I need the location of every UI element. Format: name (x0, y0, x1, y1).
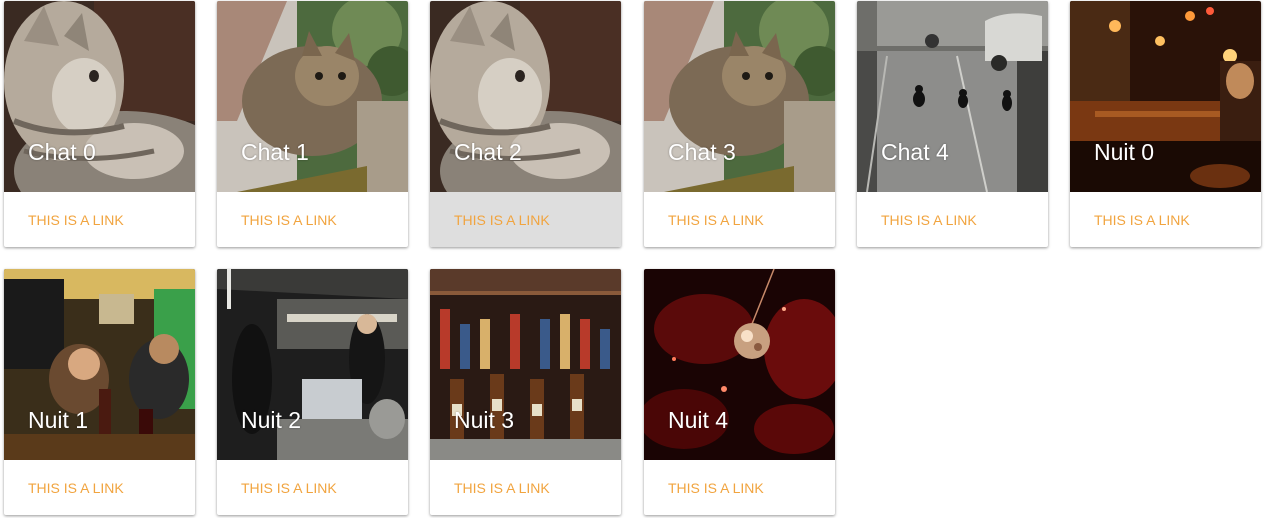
card-actions: THIS IS A LINK (430, 192, 621, 247)
card-actions: THIS IS A LINK (430, 460, 621, 515)
card-title: Chat 2 (454, 139, 522, 165)
card-image-night-bar: Nuit 0 (1070, 1, 1261, 192)
card-chat-3: Chat 3 THIS IS A LINK (644, 1, 835, 247)
card-link[interactable]: THIS IS A LINK (454, 212, 550, 228)
card-link[interactable]: THIS IS A LINK (454, 480, 550, 496)
card-actions: THIS IS A LINK (4, 460, 195, 515)
card-link[interactable]: THIS IS A LINK (1094, 212, 1190, 228)
card-chat-4: Chat 4 THIS IS A LINK (857, 1, 1048, 247)
card-title: Nuit 3 (454, 407, 515, 433)
card-image-cat-fence: Chat 3 (644, 1, 835, 192)
card-chat-2: Chat 2 THIS IS A LINK (430, 1, 621, 247)
card-image-bar-interior: Nuit 2 (217, 269, 408, 460)
card-nuit-1: Nuit 1 THIS IS A LINK (4, 269, 195, 515)
card-actions: THIS IS A LINK (217, 460, 408, 515)
card-link[interactable]: THIS IS A LINK (881, 212, 977, 228)
card-image-cat-fence: Chat 1 (217, 1, 408, 192)
card-link[interactable]: THIS IS A LINK (241, 480, 337, 496)
card-title: Nuit 4 (668, 407, 729, 433)
card-actions: THIS IS A LINK (644, 192, 835, 247)
card-title: Nuit 2 (241, 407, 302, 433)
card-image-cat-profile: Chat 2 (430, 1, 621, 192)
card-image-disco-ball: Nuit 4 (644, 269, 835, 460)
card-link[interactable]: THIS IS A LINK (28, 480, 124, 496)
card-nuit-2: Nuit 2 THIS IS A LINK (217, 269, 408, 515)
card-image-liquor-bottles: Nuit 3 (430, 269, 621, 460)
card-link[interactable]: THIS IS A LINK (241, 212, 337, 228)
card-title: Nuit 1 (28, 407, 89, 433)
card-grid: Chat 0 THIS IS A LINK Chat 1 THIS IS A L… (0, 0, 1269, 518)
card-image-people-bar: Nuit 1 (4, 269, 195, 460)
card-nuit-3: Nuit 3 THIS IS A LINK (430, 269, 621, 515)
card-nuit-0: Nuit 0 THIS IS A LINK (1070, 1, 1261, 247)
card-link[interactable]: THIS IS A LINK (28, 212, 124, 228)
card-chat-1: Chat 1 THIS IS A LINK (217, 1, 408, 247)
card-title: Chat 0 (28, 139, 96, 165)
card-title: Chat 3 (668, 139, 736, 165)
card-image-cats-parking: Chat 4 (857, 1, 1048, 192)
card-actions: THIS IS A LINK (4, 192, 195, 247)
card-nuit-4: Nuit 4 THIS IS A LINK (644, 269, 835, 515)
card-title: Chat 1 (241, 139, 309, 165)
card-actions: THIS IS A LINK (857, 192, 1048, 247)
card-title: Chat 4 (881, 139, 949, 165)
card-actions: THIS IS A LINK (644, 460, 835, 515)
card-chat-0: Chat 0 THIS IS A LINK (4, 1, 195, 247)
card-title: Nuit 0 (1094, 139, 1155, 165)
card-image-cat-profile: Chat 0 (4, 1, 195, 192)
card-actions: THIS IS A LINK (217, 192, 408, 247)
card-actions: THIS IS A LINK (1070, 192, 1261, 247)
card-link[interactable]: THIS IS A LINK (668, 480, 764, 496)
card-link[interactable]: THIS IS A LINK (668, 212, 764, 228)
